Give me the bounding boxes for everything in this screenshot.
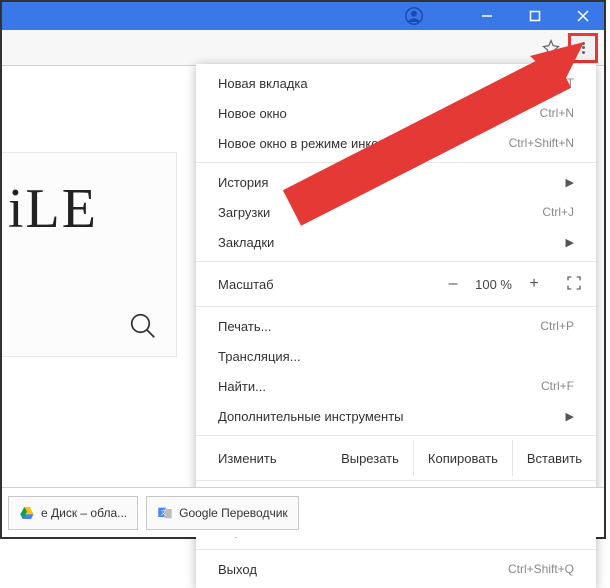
copy-button[interactable]: Копировать	[413, 440, 512, 476]
translate-icon: 文	[157, 505, 173, 521]
menu-separator	[196, 435, 596, 436]
menu-item-label: Новая вкладка	[218, 76, 541, 91]
menu-item[interactable]: Новое окноCtrl+N	[196, 98, 596, 128]
browser-toolbar	[2, 30, 604, 66]
menu-item[interactable]: ВыходCtrl+Shift+Q	[196, 554, 596, 584]
menu-item-label: Трансляция...	[218, 349, 574, 364]
close-button[interactable]	[568, 2, 598, 30]
drive-icon	[19, 505, 35, 521]
menu-item[interactable]: ЗагрузкиCtrl+J	[196, 197, 596, 227]
window-titlebar	[2, 2, 604, 30]
menu-item-label: Новое окно в режиме инкогнито	[218, 136, 509, 151]
more-menu-button[interactable]	[568, 33, 598, 63]
menu-item-shortcut: Ctrl+N	[540, 106, 574, 120]
menu-separator	[196, 162, 596, 163]
menu-item[interactable]: Найти...Ctrl+F	[196, 371, 596, 401]
profile-icon[interactable]	[404, 6, 424, 26]
menu-item-zoom: Масштаб – 100 % +	[196, 266, 596, 302]
minimize-button[interactable]	[472, 2, 502, 30]
menu-item[interactable]: Дополнительные инструменты▶	[196, 401, 596, 431]
menu-item-shortcut: Ctrl+P	[540, 319, 574, 333]
zoom-out-button[interactable]: –	[445, 275, 461, 293]
taskbar-item-translate[interactable]: 文 Google Переводчик	[146, 496, 299, 530]
taskbar-item-drive[interactable]: е Диск – обла...	[8, 496, 138, 530]
maximize-button[interactable]	[520, 2, 550, 30]
zoom-in-button[interactable]: +	[526, 275, 542, 293]
menu-item-shortcut: Ctrl+J	[542, 205, 574, 219]
menu-separator	[196, 261, 596, 262]
menu-item-label: Дополнительные инструменты	[218, 409, 566, 424]
menu-item[interactable]: Закладки▶	[196, 227, 596, 257]
zoom-label: Масштаб	[218, 277, 445, 292]
menu-item-label: Найти...	[218, 379, 541, 394]
taskbar-item-label: е Диск – обла...	[41, 506, 127, 520]
edit-label: Изменить	[196, 440, 291, 476]
menu-separator	[196, 480, 596, 481]
zoom-value: 100 %	[475, 277, 512, 292]
menu-item-label: Печать...	[218, 319, 540, 334]
fullscreen-icon[interactable]	[566, 275, 582, 294]
search-icon[interactable]	[128, 311, 158, 346]
menu-item-shortcut: Ctrl+F	[541, 379, 574, 393]
menu-separator	[196, 549, 596, 550]
menu-item[interactable]: Новое окно в режиме инкогнитоCtrl+Shift+…	[196, 128, 596, 158]
menu-item[interactable]: Новая вкладкаCtrl+T	[196, 68, 596, 98]
doodle-panel: iLE	[2, 152, 177, 357]
menu-item-label: Выход	[218, 562, 508, 577]
menu-item-shortcut: Ctrl+Shift+Q	[508, 562, 574, 576]
taskbar-item-label: Google Переводчик	[179, 506, 288, 520]
chevron-right-icon: ▶	[566, 410, 574, 423]
paste-button[interactable]: Вставить	[512, 440, 596, 476]
chevron-right-icon: ▶	[566, 176, 574, 189]
menu-item-shortcut: Ctrl+T	[541, 76, 574, 90]
chevron-right-icon: ▶	[566, 236, 574, 249]
menu-edit-row: Изменить Вырезать Копировать Вставить	[196, 440, 596, 476]
menu-item-label: Закладки	[218, 235, 566, 250]
bookmark-star-icon[interactable]	[542, 39, 560, 57]
menu-item[interactable]: Трансляция...	[196, 341, 596, 371]
menu-item-label: История	[218, 175, 566, 190]
taskbar: е Диск – обла... 文 Google Переводчик	[2, 487, 604, 537]
menu-item-label: Новое окно	[218, 106, 540, 121]
menu-item[interactable]: История▶	[196, 167, 596, 197]
menu-separator	[196, 306, 596, 307]
menu-item[interactable]: Печать...Ctrl+P	[196, 311, 596, 341]
menu-item-shortcut: Ctrl+Shift+N	[509, 136, 574, 150]
menu-item-label: Загрузки	[218, 205, 542, 220]
doodle-text: iLE	[8, 177, 98, 241]
cut-button[interactable]: Вырезать	[327, 440, 413, 476]
